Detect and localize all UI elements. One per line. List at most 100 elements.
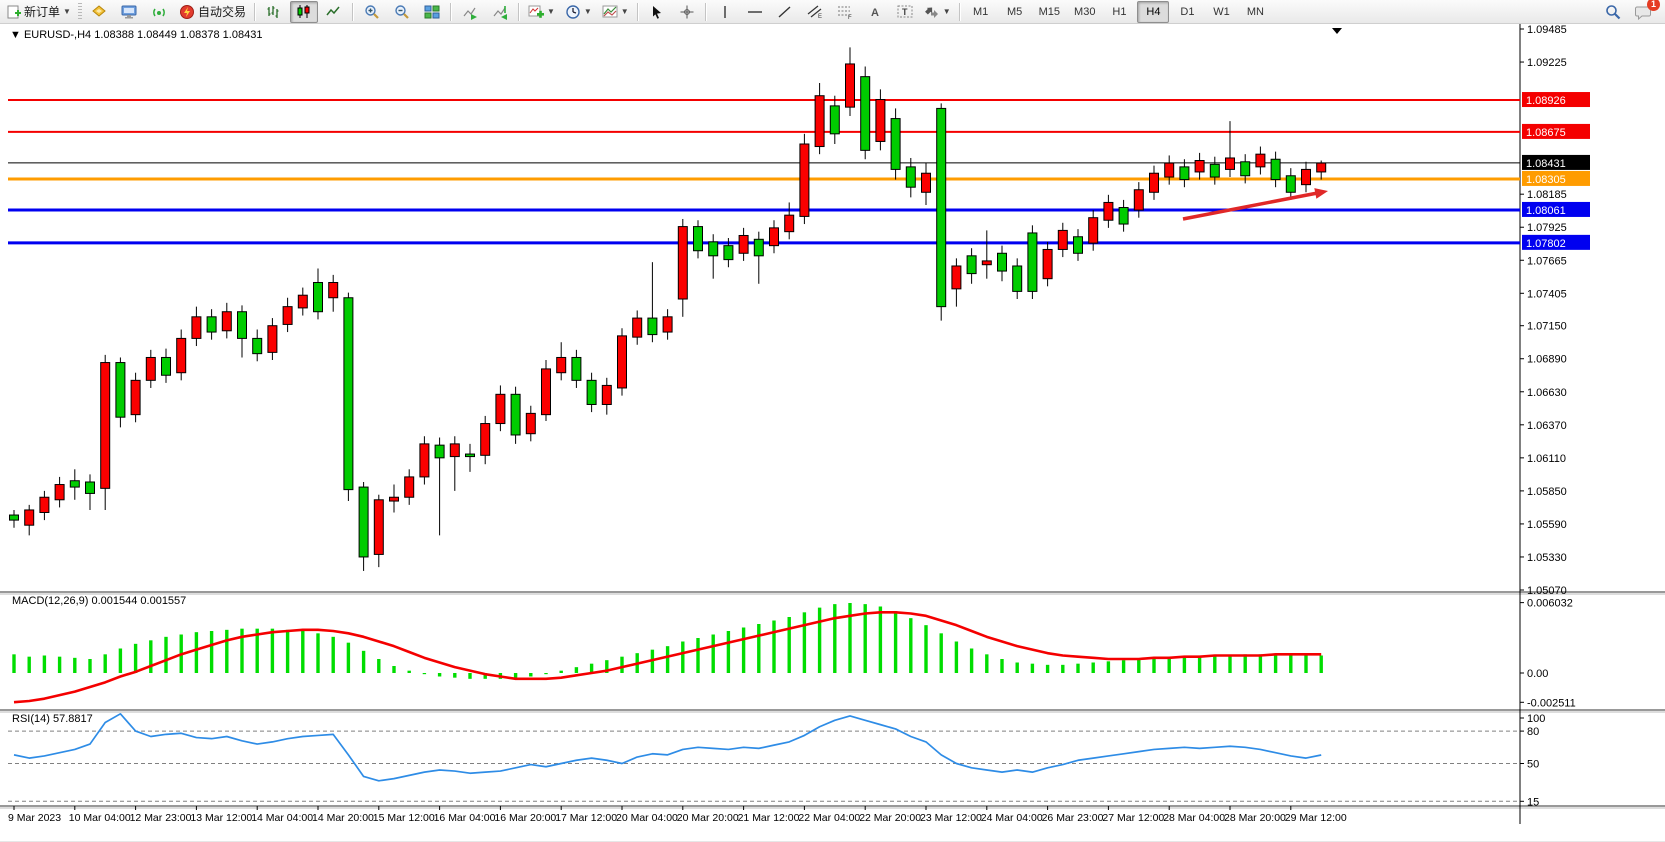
- quotes-button[interactable]: [85, 1, 113, 23]
- chevron-down-icon: ▼: [584, 7, 592, 16]
- line-chart-mode-button[interactable]: [320, 1, 348, 23]
- autotrading-icon: [179, 4, 195, 20]
- vertical-line-icon: [719, 5, 731, 19]
- zoom-out-icon: [394, 4, 410, 20]
- candle: [937, 108, 946, 306]
- candle: [785, 215, 794, 232]
- crosshair-tool-button[interactable]: [673, 1, 701, 23]
- time-axis-label: 9 Mar 2023: [8, 812, 61, 824]
- candle: [678, 227, 687, 299]
- chart-area[interactable]: 1.094851.092251.081851.079251.076651.074…: [0, 24, 1665, 842]
- candle: [587, 380, 596, 404]
- market-depth-button[interactable]: [115, 1, 143, 23]
- price-badge-label: 1.08926: [1526, 95, 1566, 107]
- timeframe-D1[interactable]: D1: [1171, 1, 1203, 23]
- zoom-in-icon: [364, 4, 380, 20]
- tile-windows-button[interactable]: [418, 1, 446, 23]
- chevron-down-icon: ▼: [547, 7, 555, 16]
- candle: [70, 481, 79, 487]
- periods-button[interactable]: ▼: [561, 1, 596, 23]
- time-axis-label: 28 Mar 20:00: [1224, 812, 1286, 824]
- equidistant-channel-icon: E: [807, 4, 823, 19]
- candle: [131, 380, 140, 414]
- time-axis-label: 16 Mar 20:00: [494, 812, 556, 824]
- line-chart-icon: [326, 4, 341, 19]
- price-tick-label: 1.05330: [1527, 552, 1567, 564]
- candle: [1013, 266, 1022, 291]
- timeframe-M30[interactable]: M30: [1068, 1, 1101, 23]
- candle: [253, 338, 262, 353]
- auto-scroll-button[interactable]: [456, 1, 484, 23]
- candle: [10, 515, 19, 520]
- auto-scroll-icon: [462, 4, 478, 20]
- timeframe-H1[interactable]: H1: [1103, 1, 1135, 23]
- bar-chart-mode-button[interactable]: [260, 1, 288, 23]
- add-indicator-button[interactable]: ▼: [524, 1, 559, 23]
- hline-tool-button[interactable]: [741, 1, 769, 23]
- candle: [298, 295, 307, 308]
- candle: [1271, 159, 1280, 179]
- candle: [405, 477, 414, 497]
- time-axis-label: 17 Mar 12:00: [555, 812, 617, 824]
- candlestick-mode-button[interactable]: [290, 1, 318, 23]
- templates-button[interactable]: ▼: [598, 1, 633, 23]
- candle: [967, 256, 976, 274]
- zoom-out-button[interactable]: [388, 1, 416, 23]
- candle: [101, 363, 110, 489]
- chevron-down-icon: ▼: [63, 7, 71, 16]
- rsi-tick-label: 50: [1527, 759, 1539, 771]
- cursor-tool-button[interactable]: [643, 1, 671, 23]
- candle: [1317, 163, 1326, 172]
- label-tool-button[interactable]: T: [891, 1, 919, 23]
- text-tool-button[interactable]: A: [861, 1, 889, 23]
- candle: [952, 266, 961, 289]
- chart-shift-icon: [492, 4, 508, 20]
- search-button[interactable]: [1599, 1, 1627, 23]
- timeframe-M5[interactable]: M5: [999, 1, 1031, 23]
- candle: [1058, 230, 1067, 249]
- candle: [526, 413, 535, 433]
- candle: [283, 307, 292, 325]
- autotrading-button[interactable]: 自动交易: [175, 1, 250, 23]
- price-tick-label: 1.07925: [1527, 222, 1567, 234]
- candle: [815, 96, 824, 147]
- price-badge-label: 1.08305: [1526, 174, 1566, 186]
- timeframe-M15[interactable]: M15: [1033, 1, 1066, 23]
- time-axis-label: 26 Mar 23:00: [1042, 812, 1104, 824]
- candle: [861, 77, 870, 151]
- template-icon: [602, 4, 618, 20]
- price-tick-label: 1.06370: [1527, 420, 1567, 432]
- fibonacci-tool-button[interactable]: F: [831, 1, 859, 23]
- arrows-tool-button[interactable]: ▼: [921, 1, 955, 23]
- timeframe-W1[interactable]: W1: [1205, 1, 1237, 23]
- candle: [1119, 208, 1128, 225]
- macd-tick-label: 0.00: [1527, 668, 1548, 680]
- vline-tool-button[interactable]: [711, 1, 739, 23]
- candle: [1150, 173, 1159, 192]
- trendline-tool-button[interactable]: [771, 1, 799, 23]
- zoom-in-button[interactable]: [358, 1, 386, 23]
- timeframe-M1[interactable]: M1: [965, 1, 997, 23]
- timeframe-MN[interactable]: MN: [1239, 1, 1271, 23]
- signals-button[interactable]: [145, 1, 173, 23]
- candle: [40, 497, 49, 512]
- chart-shift-button[interactable]: [486, 1, 514, 23]
- candle: [374, 500, 383, 555]
- notifications-button[interactable]: 1: [1629, 1, 1657, 23]
- candle: [982, 261, 991, 265]
- chart-canvas[interactable]: 1.094851.092251.081851.079251.076651.074…: [0, 24, 1665, 842]
- new-order-button[interactable]: 新订单 ▼: [3, 1, 75, 23]
- candle: [238, 312, 247, 339]
- svg-text:A: A: [871, 7, 879, 19]
- candle: [86, 482, 95, 493]
- channel-tool-button[interactable]: E: [801, 1, 829, 23]
- timeframe-H4[interactable]: H4: [1137, 1, 1169, 23]
- svg-text:E: E: [818, 14, 822, 19]
- time-axis-label: 20 Mar 20:00: [677, 812, 739, 824]
- arrow-shapes-icon: [925, 5, 940, 19]
- price-tick-label: 1.08185: [1527, 189, 1567, 201]
- bar-chart-icon: [266, 4, 281, 19]
- price-tick-label: 1.09485: [1527, 24, 1567, 36]
- price-tick-label: 1.07150: [1527, 321, 1567, 333]
- candle: [192, 317, 201, 339]
